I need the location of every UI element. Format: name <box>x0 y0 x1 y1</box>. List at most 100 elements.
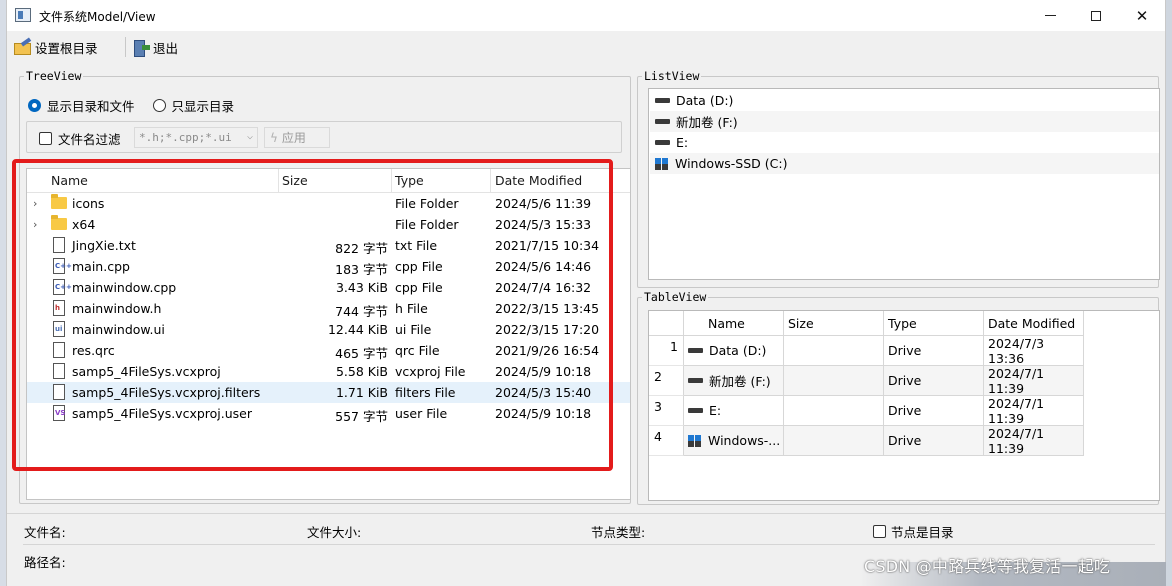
table-cell-type-text: Drive <box>888 373 922 388</box>
tree-row[interactable]: VS samp5_4FileSys.vcxproj.user 557 字节 user … <box>27 403 630 424</box>
tree-row[interactable]: C++ mainwindow.cpp 3.43 KiB cpp File 2024/7/… <box>27 277 630 298</box>
drive-icon <box>688 408 703 413</box>
maximize-button[interactable] <box>1073 0 1119 31</box>
table-cell-name[interactable]: Windows-... <box>684 426 784 455</box>
table-cell-size[interactable] <box>784 366 884 395</box>
list-item[interactable]: 新加卷 (F:) <box>650 111 1159 132</box>
tree-row[interactable]: h mainwindow.h 744 字节 h File 2022/3/15 13:45 <box>27 298 630 319</box>
table-cell-size[interactable] <box>784 336 884 365</box>
table-cell-date[interactable]: 2024/7/1 11:39 <box>984 426 1084 456</box>
tree-cell-name: JingXie.txt <box>72 238 136 253</box>
minimize-button[interactable] <box>1027 0 1073 31</box>
drive-icon <box>655 119 670 124</box>
table-cell-type[interactable]: Drive <box>884 336 984 365</box>
filter-checkbox[interactable] <box>39 132 52 145</box>
isdir-checkbox-row[interactable]: 节点是目录 <box>873 522 954 541</box>
table-row[interactable]: Data (D:) Drive 2024/7/3 13:36 <box>684 336 1084 366</box>
tree-view[interactable]: Name Size Type Date Modified › icons File … <box>26 168 631 500</box>
tree-col-name[interactable]: Name <box>51 173 88 188</box>
table-row-header[interactable]: 4 <box>649 426 684 456</box>
background-strip-right <box>1166 0 1172 586</box>
table-cell-type[interactable]: Drive <box>884 366 984 395</box>
isdir-checkbox[interactable] <box>873 525 886 538</box>
tree-row[interactable]: › icons File Folder 2024/5/6 11:39 <box>27 193 630 214</box>
table-cell-type[interactable]: Drive <box>884 396 984 425</box>
filter-checkbox-label[interactable]: 文件名过滤 <box>58 129 121 148</box>
table-row[interactable]: Windows-... Drive 2024/7/1 11:39 <box>684 426 1084 456</box>
table-row-header[interactable]: 2 <box>649 366 684 396</box>
table-cell-date[interactable]: 2024/7/3 13:36 <box>984 336 1084 366</box>
table-cell-name[interactable]: 新加卷 (F:) <box>684 366 784 395</box>
column-divider[interactable] <box>391 169 392 193</box>
tree-col-type[interactable]: Type <box>395 173 424 188</box>
tree-row[interactable]: samp5_4FileSys.vcxproj.filters 1.71 KiB fi… <box>27 382 630 403</box>
table-cell-date[interactable]: 2024/7/1 11:39 <box>984 366 1084 396</box>
table-col-date[interactable]: Date Modified <box>984 311 1084 336</box>
title-bar: 文件系统Model/View ✕ <box>7 0 1165 31</box>
table-cell-name-text: Windows-... <box>708 433 781 448</box>
table-view[interactable]: Name Size Type Date Modified 1 Data (D:) D… <box>648 310 1160 501</box>
tree-cell-type: user File <box>395 406 448 421</box>
toolbar-separator <box>125 37 126 57</box>
tree-cell-size: 5.58 KiB <box>335 364 388 379</box>
tree-header: Name Size Type Date Modified <box>27 169 630 193</box>
set-root-button[interactable]: 设置根目录 <box>11 36 101 58</box>
list-item[interactable]: E: <box>650 132 1159 153</box>
chevron-right-icon[interactable]: › <box>33 218 37 231</box>
table-row[interactable]: 新加卷 (F:) Drive 2024/7/1 11:39 <box>684 366 1084 396</box>
vs-file-icon: VS <box>53 405 65 421</box>
tree-cell-name: mainwindow.cpp <box>72 280 177 295</box>
table-cell-date[interactable]: 2024/7/1 11:39 <box>984 395 1084 426</box>
table-row[interactable]: E: Drive 2024/7/1 11:39 <box>684 396 1084 426</box>
table-corner-button[interactable] <box>649 311 684 336</box>
tree-row[interactable]: C++ main.cpp 183 字节 cpp File 2024/5/6 14:46 <box>27 256 630 277</box>
table-cell-name-text: Data (D:) <box>709 343 767 358</box>
tree-row[interactable]: JingXie.txt 822 字节 txt File 2021/7/15 10:34 <box>27 235 630 256</box>
list-item[interactable]: Windows-SSD (C:) <box>650 153 1159 174</box>
tree-col-date[interactable]: Date Modified <box>495 173 582 188</box>
table-col-name[interactable]: Name <box>684 311 784 336</box>
tree-row[interactable]: res.qrc 465 字节 qrc File 2021/9/26 16:54 <box>27 340 630 361</box>
table-cell-name[interactable]: E: <box>684 396 784 425</box>
list-view[interactable]: Data (D:) 新加卷 (F:) E: Windows-SSD (C:) <box>648 88 1160 280</box>
table-row-header[interactable]: 1 <box>649 336 684 366</box>
chevron-right-icon[interactable]: › <box>33 197 37 210</box>
list-item[interactable]: Data (D:) <box>650 90 1159 111</box>
table-cell-name[interactable]: Data (D:) <box>684 336 784 365</box>
apply-button[interactable]: ϟ 应用 <box>264 127 330 148</box>
column-divider[interactable] <box>278 169 279 193</box>
tree-cell-name: res.qrc <box>72 343 115 358</box>
filter-checkbox-row[interactable]: 文件名过滤 <box>39 129 121 148</box>
tree-col-size[interactable]: Size <box>282 173 308 188</box>
tree-cell-type: vcxproj File <box>395 364 466 379</box>
table-cell-size[interactable] <box>784 426 884 455</box>
table-cell-type[interactable]: Drive <box>884 426 984 455</box>
drive-icon <box>688 348 703 353</box>
tree-cell-size: 12.44 KiB <box>327 322 388 337</box>
tree-cell-name: main.cpp <box>72 259 130 274</box>
radio-dirs-and-files[interactable] <box>28 98 41 112</box>
filter-combobox[interactable]: *.h;*.cpp;*.ui ⌵ <box>134 127 258 148</box>
tree-row[interactable]: › x64 File Folder 2024/5/3 15:33 <box>27 214 630 235</box>
tree-cell-type: cpp File <box>395 259 443 274</box>
tree-cell-type: ui File <box>395 322 432 337</box>
table-col-size[interactable]: Size <box>784 311 884 336</box>
radio-dirs-only[interactable] <box>152 98 166 112</box>
radio-dirs-only-label[interactable]: 只显示目录 <box>172 96 235 115</box>
table-cell-size[interactable] <box>784 396 884 425</box>
close-button[interactable]: ✕ <box>1119 0 1165 31</box>
table-cell-date-text: 2024/7/1 11:39 <box>988 395 1045 426</box>
radio-dirs-and-files-label[interactable]: 显示目录和文件 <box>47 96 135 115</box>
tree-cell-size: 3.43 KiB <box>335 280 388 295</box>
exit-button[interactable]: 退出 <box>131 36 181 58</box>
tree-row[interactable]: samp5_4FileSys.vcxproj 5.58 KiB vcxproj Fi… <box>27 361 630 382</box>
table-col-type[interactable]: Type <box>884 311 984 336</box>
app-icon <box>15 8 31 22</box>
tree-cell-date: 2024/5/6 14:46 <box>495 259 592 274</box>
table-row-header[interactable]: 3 <box>649 396 684 426</box>
file-icon <box>53 384 65 400</box>
tree-row[interactable]: ui mainwindow.ui 12.44 KiB ui File 2022/3/15… <box>27 319 630 340</box>
exit-icon <box>134 39 150 57</box>
column-divider[interactable] <box>490 169 491 193</box>
lightning-icon: ϟ <box>270 130 278 145</box>
